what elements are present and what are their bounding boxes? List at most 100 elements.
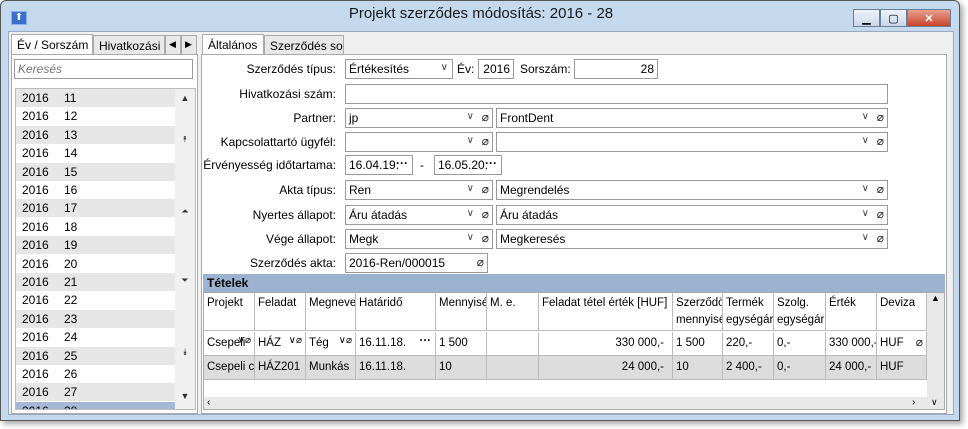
paperclip-icon[interactable]: ⌀ — [877, 182, 884, 196]
date-picker-icon[interactable]: ··· — [396, 156, 408, 170]
grid-vscrollbar[interactable]: ▲ — [927, 293, 944, 397]
paperclip-icon[interactable]: ⌀ — [877, 134, 884, 148]
list-item[interactable]: 2016 26 — [16, 365, 176, 383]
column-header[interactable]: Projekt — [204, 293, 255, 331]
chevron-down-icon[interactable]: ∨ — [862, 208, 869, 219]
grid-cell[interactable]: HUF ⌀ — [877, 332, 927, 356]
paperclip-icon[interactable]: ⌀ — [482, 110, 489, 124]
grid-cell[interactable]: 1 500 — [436, 332, 487, 356]
column-header[interactable]: Megneve — [306, 293, 356, 331]
contact-client-name[interactable]: ∨ ⌀ — [496, 132, 888, 152]
list-item[interactable]: 2016 25 — [16, 346, 176, 365]
scroll-down-icon[interactable]: ▼ — [175, 391, 195, 401]
list-item[interactable]: 2016 21 — [16, 273, 176, 291]
chevron-down-icon[interactable]: ∨ — [467, 183, 474, 194]
chevron-down-icon[interactable]: ∨ — [467, 232, 474, 243]
chevron-down-icon[interactable]: ∨ — [467, 208, 474, 219]
column-header[interactable]: Szolg. egységár — [774, 293, 826, 331]
tab-scroll-left-icon[interactable]: ◀ — [165, 35, 181, 55]
grid-cell[interactable]: Munkás — [306, 356, 356, 380]
scroll-right-icon[interactable]: › — [912, 397, 915, 408]
grid-cell[interactable]: 16.11.18. — [356, 356, 436, 380]
list-item[interactable]: 2016 19 — [16, 236, 176, 255]
grid-cell[interactable]: HÁZ ∨⌀ — [255, 332, 306, 356]
column-header[interactable]: Feladat — [255, 293, 306, 331]
grid-cell[interactable]: Tég ∨⌀ — [306, 332, 356, 356]
end-status-code[interactable]: Megk ∨ ⌀ — [345, 229, 493, 249]
grid-cell[interactable]: 16.11.18. ··· — [356, 332, 436, 356]
chevron-down-icon[interactable]: ∨ — [862, 111, 869, 122]
column-header[interactable]: Határidő — [356, 293, 436, 331]
partner-code[interactable]: jp ∨ ⌀ — [345, 108, 493, 128]
file-type-code[interactable]: Ren ∨ ⌀ — [345, 180, 493, 200]
scroll-up-icon[interactable]: ▲ — [175, 93, 195, 103]
contact-client-code[interactable]: ∨ ⌀ — [345, 132, 493, 152]
partner-name[interactable]: FrontDent ∨ ⌀ — [496, 108, 888, 128]
year-field[interactable]: 2016 — [478, 59, 514, 79]
grid-cell[interactable]: 10 — [673, 356, 723, 380]
file-type-name[interactable]: Megrendelés ∨ ⌀ — [496, 180, 888, 200]
page-top-icon[interactable]: ⯭ — [175, 134, 195, 145]
grid-cell[interactable]: 330 000,- — [826, 332, 877, 356]
search-input[interactable] — [14, 59, 193, 79]
list-item[interactable]: 2016 27 — [16, 383, 176, 402]
column-header[interactable]: Mennyisé — [436, 293, 487, 331]
number-field[interactable]: 28 — [574, 59, 658, 79]
tab-ev-sorszam[interactable]: Év / Sorszám — [11, 34, 93, 56]
grid-cell[interactable]: 1 500 — [673, 332, 723, 356]
list-item[interactable]: 2016 12 — [16, 107, 176, 125]
tab-szerzodes-sor[interactable]: Szerződés sor — [264, 35, 344, 55]
list-item[interactable]: 2016 18 — [16, 218, 176, 236]
chevron-down-icon[interactable]: ∨ — [467, 135, 474, 146]
column-header[interactable]: Érték — [826, 293, 877, 331]
list-item[interactable]: 2016 22 — [16, 291, 176, 309]
grid-cell[interactable]: 24 000,- — [539, 356, 673, 380]
page-up-icon[interactable]: ⏶ — [175, 206, 195, 217]
tab-altalanos[interactable]: Általános — [202, 34, 264, 56]
chevron-down-icon[interactable]: ∨ — [441, 62, 448, 73]
grid-hscrollbar[interactable]: ‹ › ∨ — [204, 397, 944, 409]
winning-status-name[interactable]: Áru átadás ∨ ⌀ — [496, 205, 888, 225]
close-button[interactable]: ✕ — [907, 9, 951, 27]
valid-to[interactable]: 16.05.20. ··· — [434, 155, 502, 175]
list-item[interactable]: 2016 17 — [16, 199, 176, 218]
list-item[interactable]: 2016 15 — [16, 162, 176, 181]
list-item[interactable]: 2016 13 — [16, 125, 176, 144]
paperclip-icon[interactable]: ⌀ — [482, 231, 489, 245]
reference-field[interactable] — [345, 84, 888, 104]
list-item[interactable]: 2016 20 — [16, 255, 176, 273]
maximize-button[interactable]: ▢ — [880, 9, 907, 27]
grid-cell[interactable]: Csepeli c — [204, 356, 255, 380]
paperclip-icon[interactable]: ∨⌀ — [238, 335, 251, 346]
list-item[interactable]: 2016 16 — [16, 181, 176, 199]
paperclip-icon[interactable]: ⌀ — [482, 207, 489, 221]
end-status-name[interactable]: Megkeresés ∨ ⌀ — [496, 229, 888, 249]
paperclip-icon[interactable]: ⌀ — [877, 207, 884, 221]
tab-scroll-right-icon[interactable]: ▶ — [181, 35, 197, 55]
paperclip-icon[interactable]: ⌀ — [877, 231, 884, 245]
date-picker-icon[interactable]: ··· — [420, 335, 432, 347]
column-header[interactable]: Szerződö mennyisé — [673, 293, 723, 331]
winning-status-code[interactable]: Áru átadás ∨ ⌀ — [345, 205, 493, 225]
list-item[interactable]: 2016 11 — [16, 89, 176, 107]
column-header[interactable]: M. e. — [487, 293, 539, 331]
paperclip-icon[interactable]: ∨⌀ — [339, 335, 352, 346]
grid-cell[interactable]: HUF — [877, 356, 927, 380]
scroll-down-icon[interactable]: ∨ — [931, 397, 938, 408]
grid-cell[interactable]: 24 000,- — [826, 356, 877, 380]
chevron-down-icon[interactable]: ∨ — [862, 135, 869, 146]
page-bottom-icon[interactable]: ⯯ — [175, 347, 195, 358]
list-item[interactable]: 2016 23 — [16, 309, 176, 328]
paperclip-icon[interactable]: ⌀ — [482, 134, 489, 148]
grid-cell[interactable]: 0,- — [774, 332, 826, 356]
tab-hivatkozasi[interactable]: Hivatkozási — [93, 35, 165, 55]
list-scrollbar[interactable]: ▲ ⯭ ⏶ ⏷ ⯯ ▼ — [175, 89, 195, 409]
paperclip-icon[interactable]: ⌀ — [482, 182, 489, 196]
valid-from[interactable]: 16.04.19. ··· — [345, 155, 413, 175]
scroll-left-icon[interactable]: ‹ — [207, 397, 210, 408]
chevron-down-icon[interactable]: ∨ — [467, 111, 474, 122]
contract-file-field[interactable]: 2016-Ren/000015 ⌀ — [345, 253, 488, 273]
grid-cell[interactable]: 0,- — [774, 356, 826, 380]
list-item[interactable]: 2016 24 — [16, 328, 176, 346]
column-header[interactable]: Deviza — [877, 293, 927, 331]
